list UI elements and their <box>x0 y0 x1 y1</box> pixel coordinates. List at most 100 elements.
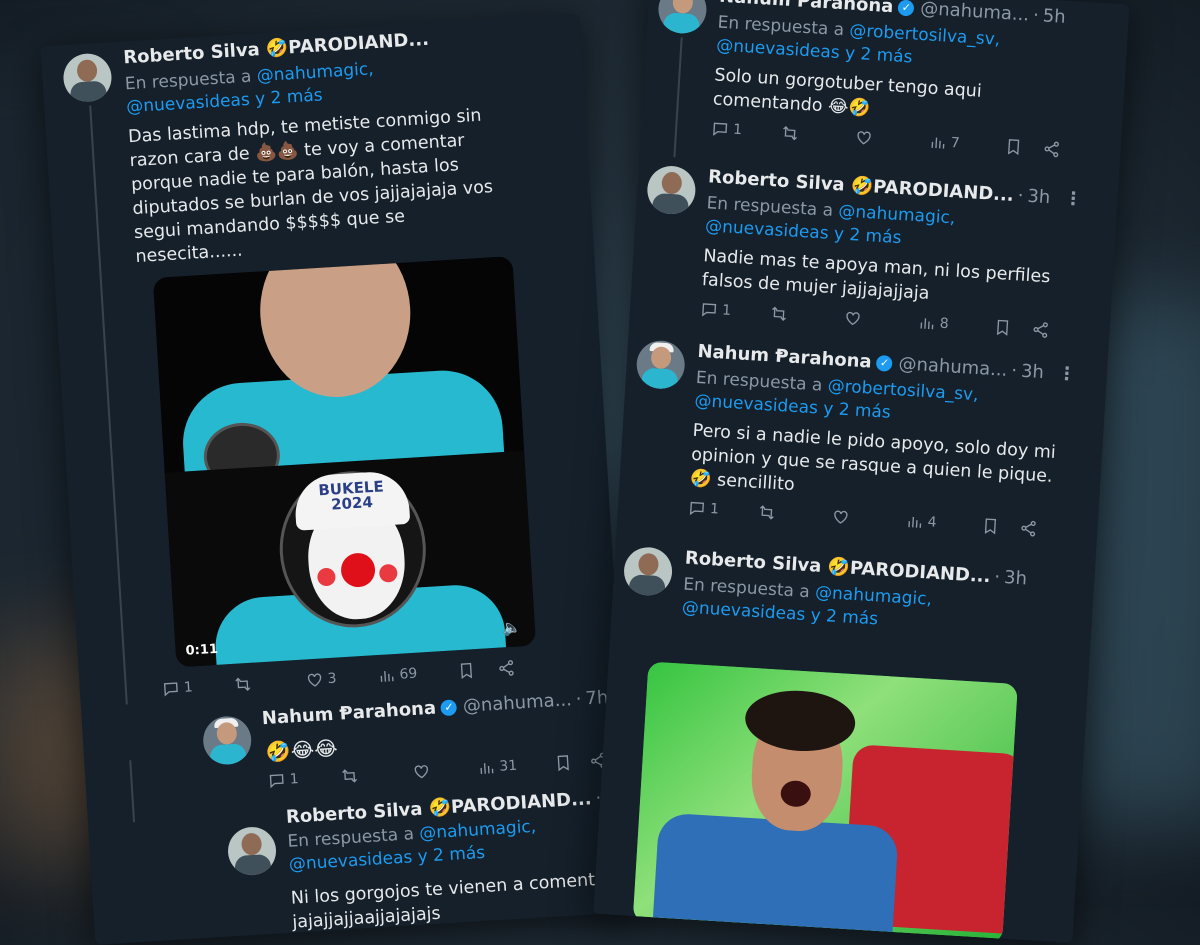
avatar-roberto[interactable] <box>645 164 697 216</box>
tweet-text: Pero si a nadie le pido apoyo, solo doy … <box>689 419 1093 515</box>
cap-logo-text: BUKELE 2024 <box>304 477 400 514</box>
bookmark-button[interactable] <box>553 752 589 772</box>
views-button[interactable]: 15 <box>425 928 506 945</box>
left-screenshot-panel: Roberto Silva 🤣PARODIAND... En respuesta… <box>40 13 635 945</box>
views-button[interactable]: 69 <box>377 662 458 685</box>
views-button[interactable]: 7 <box>928 133 1005 156</box>
share-button[interactable] <box>1031 320 1050 339</box>
timestamp[interactable]: 3h <box>1027 186 1051 208</box>
tweet-text: 🤣😂😂 <box>265 735 339 765</box>
views-icon <box>428 936 442 945</box>
bookmark-button[interactable] <box>1004 137 1043 157</box>
views-icon <box>908 516 922 528</box>
like-icon <box>846 311 860 326</box>
thread-line <box>129 760 136 823</box>
bookmark-button[interactable] <box>981 517 1020 537</box>
avatar-nahum[interactable] <box>635 339 687 391</box>
tweet-actions: 15 <box>425 920 626 945</box>
avatar-nahum[interactable] <box>657 0 708 35</box>
reply-button[interactable]: 1 <box>711 119 782 141</box>
like-button[interactable] <box>412 759 478 781</box>
views-icon <box>380 671 394 682</box>
view-count: 15 <box>447 931 467 945</box>
handle[interactable]: @nahuma... <box>898 353 1008 381</box>
retweet-icon <box>235 677 251 691</box>
views-button[interactable]: 8 <box>917 313 994 336</box>
retweet-button[interactable] <box>757 503 832 525</box>
view-count: 69 <box>399 665 418 683</box>
mention-link[interactable]: @nahumagic, <box>419 817 537 844</box>
more-icon[interactable]: ⋮ <box>1057 363 1076 385</box>
share-button[interactable] <box>541 924 560 943</box>
retweet-button[interactable] <box>781 124 856 146</box>
verified-icon: ✓ <box>876 354 894 372</box>
tweet-roberto-1[interactable]: Roberto Silva 🤣PARODIAND... En respuesta… <box>41 14 580 697</box>
share-icon <box>543 925 558 942</box>
reply-button[interactable]: 1 <box>700 300 771 322</box>
like-button[interactable] <box>854 128 929 150</box>
share-button[interactable] <box>1042 140 1061 159</box>
timestamp[interactable]: 3h <box>1003 567 1027 589</box>
share-icon <box>1021 520 1036 537</box>
separator-dot: · <box>1032 4 1040 27</box>
mention-link[interactable]: @nahumagic, <box>815 583 933 610</box>
bookmark-button[interactable] <box>993 318 1032 338</box>
bookmark-button[interactable] <box>505 926 542 945</box>
video-player[interactable]: BUKELE 2024 0:11 🔈 <box>152 256 536 668</box>
retweet-icon <box>783 125 798 141</box>
like-button[interactable]: 3 <box>305 667 378 689</box>
gif-media[interactable] <box>632 661 1018 943</box>
tweet-roberto-3[interactable]: Roberto Silva 🤣PARODIAND... · 3h ⋮ En re… <box>639 160 1118 338</box>
reply-count: 1 <box>183 679 194 696</box>
reply-count: 1 <box>289 771 300 788</box>
reply-button[interactable]: 1 <box>267 768 341 790</box>
video-frame-bottom: BUKELE 2024 <box>164 450 536 668</box>
timestamp[interactable]: 5h <box>1042 5 1066 27</box>
tweet-nahum-2[interactable]: Nahum Ᵽarahona ✓ @nahuma... · 5h En resp… <box>650 0 1129 158</box>
avatar-roberto[interactable] <box>62 52 113 104</box>
retweet-button[interactable] <box>769 304 844 326</box>
tweet-roberto-4[interactable]: Roberto Silva 🤣PARODIAND... · 3h En resp… <box>616 539 1095 943</box>
view-count: 8 <box>939 315 950 333</box>
like-button[interactable] <box>831 507 906 529</box>
avatar-roberto[interactable] <box>226 825 278 877</box>
avatar-nahum[interactable] <box>201 714 253 766</box>
tweet-header: Roberto Silva 🤣PARODIAND... <box>123 29 430 69</box>
views-icon <box>931 137 945 149</box>
handle[interactable]: @nahuma... <box>920 0 1030 26</box>
timestamp[interactable]: 3h <box>1020 361 1044 383</box>
separator-dot: · <box>1017 185 1025 207</box>
reply-count: 1 <box>709 500 720 518</box>
handle[interactable]: @nahuma... <box>462 689 572 717</box>
retweet-icon <box>341 769 357 783</box>
mention-link[interactable]: @nahumagic, <box>256 59 374 86</box>
avatar-roberto[interactable] <box>622 545 674 597</box>
reply-context: En respuesta a @nahumagic, @nuevasideas … <box>681 574 932 635</box>
video-duration: 0:11 <box>185 641 219 659</box>
share-button[interactable] <box>1019 519 1038 538</box>
reply-button[interactable]: 1 <box>687 499 758 521</box>
bookmark-icon <box>557 755 569 772</box>
tweet-text: Das lastima hdp, te metiste conmigo sin … <box>127 98 575 269</box>
bookmark-button[interactable] <box>457 660 498 680</box>
retweet-button[interactable] <box>340 763 414 785</box>
reply-button[interactable]: 1 <box>161 676 234 698</box>
more-icon[interactable]: ⋮ <box>1064 188 1083 210</box>
like-icon <box>414 765 429 779</box>
share-icon <box>499 660 514 676</box>
retweet-button[interactable] <box>233 671 306 693</box>
views-button[interactable]: 31 <box>477 754 555 777</box>
reply-context: En respuesta a @nahumagic, @nuevasideas … <box>705 192 956 253</box>
verified-icon: ✓ <box>440 698 458 716</box>
volume-icon[interactable]: 🔈 <box>502 618 522 637</box>
views-button[interactable]: 4 <box>905 512 982 535</box>
display-name[interactable]: Roberto Silva 🤣PARODIAND... <box>123 29 430 69</box>
right-screenshot-panel: Nahum Ᵽarahona ✓ @nahuma... · 5h En resp… <box>593 0 1130 943</box>
retweet-icon <box>772 306 786 322</box>
display-name[interactable]: Nahum Ᵽarahona <box>261 698 436 730</box>
share-button[interactable] <box>497 659 516 678</box>
like-button[interactable] <box>843 309 918 331</box>
separator-dot: · <box>1010 360 1018 382</box>
mention-link[interactable]: @nahumagic, <box>838 201 956 228</box>
tweet-roberto-2[interactable]: Roberto Silva 🤣PARODIAND... · 5h ⋮ En re… <box>88 782 629 945</box>
